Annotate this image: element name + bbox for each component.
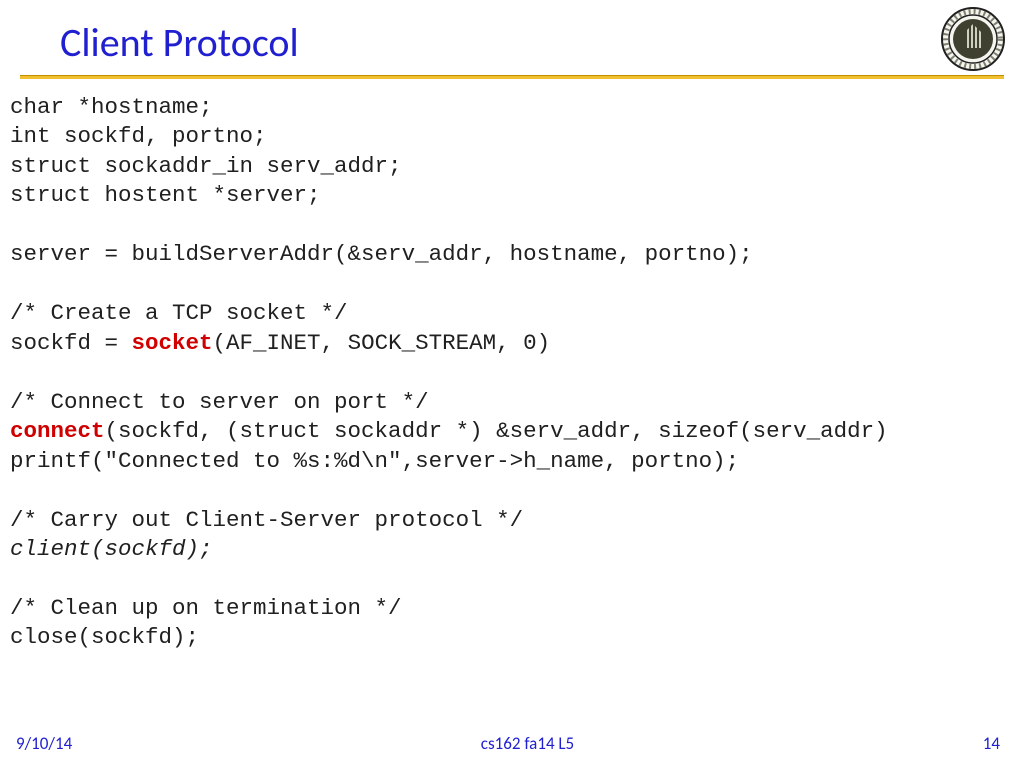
code-comment: /* Carry out Client-Server protocol */ (10, 507, 523, 533)
code-line: char *hostname; (10, 94, 213, 120)
keyword-socket: socket (132, 330, 213, 356)
page-title: Client Protocol (60, 18, 964, 67)
code-line-italic: client(sockfd); (10, 536, 213, 562)
footer-date: 9/10/14 (16, 733, 72, 754)
slide-header: Client Protocol (0, 0, 1024, 67)
code-line: struct sockaddr_in serv_addr; (10, 153, 402, 179)
code-line: struct hostent *server; (10, 182, 321, 208)
code-line: close(sockfd); (10, 624, 199, 650)
slide-footer: 9/10/14 cs162 fa14 L5 14 (0, 733, 1024, 754)
code-line: server = buildServerAddr(&serv_addr, hos… (10, 241, 753, 267)
code-comment: /* Connect to server on port */ (10, 389, 429, 415)
footer-page: 14 (983, 733, 1000, 754)
code-line: sockfd = socket(AF_INET, SOCK_STREAM, 0) (10, 330, 550, 356)
code-comment: /* Create a TCP socket */ (10, 300, 348, 326)
code-block: char *hostname; int sockfd, portno; stru… (0, 79, 1024, 653)
code-line: printf("Connected to %s:%d\n",server->h_… (10, 448, 739, 474)
footer-course: cs162 fa14 L5 (481, 733, 574, 754)
code-line: int sockfd, portno; (10, 123, 267, 149)
keyword-connect: connect (10, 418, 105, 444)
code-comment: /* Clean up on termination */ (10, 595, 402, 621)
university-seal-icon (940, 6, 1006, 72)
code-line: connect(sockfd, (struct sockaddr *) &ser… (10, 418, 888, 444)
